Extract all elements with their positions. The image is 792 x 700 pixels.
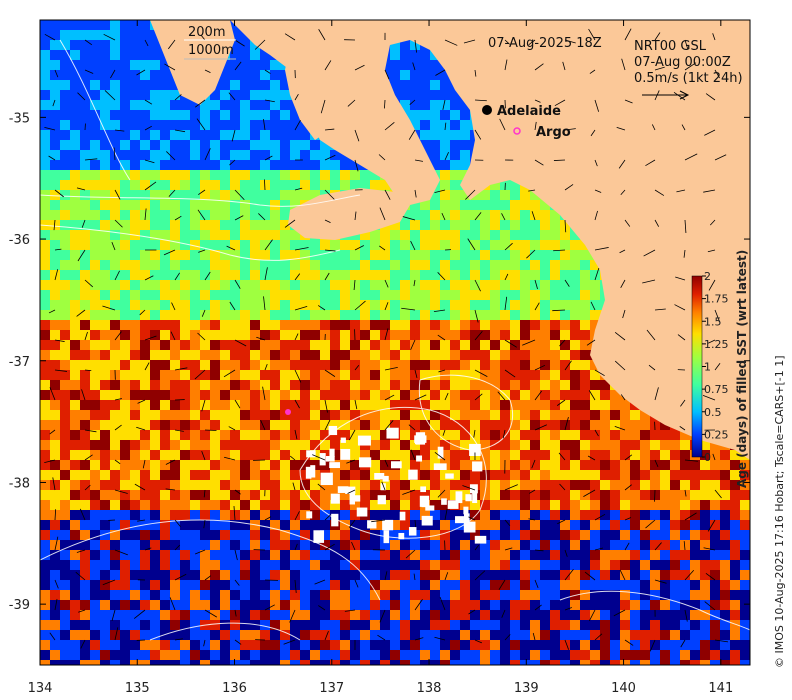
product-line-3: 0.5m/s (1kt 24h) xyxy=(634,71,743,86)
y-tick-label: -38 xyxy=(9,476,30,491)
colorbar-tick-label: 1.25 xyxy=(704,338,729,351)
product-line-2: 07-Aug 00:00Z xyxy=(634,55,731,70)
x-tick-label: 135 xyxy=(125,681,150,696)
x-tick-label: 141 xyxy=(708,681,733,696)
x-tick-label: 139 xyxy=(514,681,539,696)
sst-age-field xyxy=(40,20,750,665)
argo-label: Argo xyxy=(536,125,571,140)
credit-text: © IMOS 10-Aug-2025 17:16 Hobart; Tscale=… xyxy=(773,355,786,668)
colorbar-tick-label: 2 xyxy=(704,270,711,283)
x-tick-label: 138 xyxy=(417,681,442,696)
x-tick-label: 136 xyxy=(222,681,247,696)
x-tick-label: 134 xyxy=(28,681,53,696)
map-figure: 200m 1000m 07-Aug-2025 18Z NRT00 GSL 07-… xyxy=(0,0,792,700)
colorbar-label: Age (days) of filled SST (wrt latest) xyxy=(735,250,749,488)
city-label: Adelaide xyxy=(497,104,561,119)
depth-200-label: 200m xyxy=(188,25,225,40)
product-line-1: NRT00 GSL xyxy=(634,39,707,54)
date-label: 07-Aug-2025 18Z xyxy=(488,36,602,51)
colorbar-tick-label: 0.75 xyxy=(704,383,729,396)
colorbar-tick-label: 0.25 xyxy=(704,428,729,441)
colorbar-tick-label: 0.5 xyxy=(704,406,722,419)
colorbar-scale xyxy=(691,275,703,458)
colorbar-tick-label: 1.5 xyxy=(704,315,722,328)
city-dot-icon xyxy=(482,105,492,115)
depth-1000-label: 1000m xyxy=(188,43,234,58)
map-plot: 200m 1000m 07-Aug-2025 18Z NRT00 GSL 07-… xyxy=(9,19,786,696)
x-tick-label: 140 xyxy=(611,681,636,696)
y-tick-label: -39 xyxy=(9,598,30,613)
x-tick-label: 137 xyxy=(319,681,344,696)
argo-float-icon xyxy=(285,409,291,415)
y-tick-label: -35 xyxy=(9,111,30,126)
y-tick-label: -37 xyxy=(9,355,30,370)
colorbar-tick-label: 0 xyxy=(704,451,711,464)
y-tick-label: -36 xyxy=(9,233,30,248)
colorbar-tick-label: 1.75 xyxy=(704,293,729,306)
colorbar-tick-label: 1 xyxy=(704,361,711,374)
